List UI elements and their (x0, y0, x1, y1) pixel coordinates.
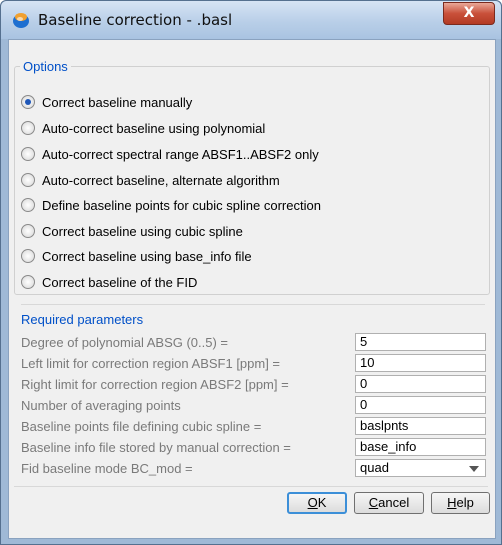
option-label: Define baseline points for cubic spline … (42, 197, 321, 213)
cancel-label-rest: ancel (378, 495, 410, 510)
option-label: Auto-correct baseline using polynomial (42, 120, 266, 136)
section-divider (21, 304, 485, 305)
ok-mnemonic: O (307, 495, 318, 510)
radio-button[interactable] (21, 224, 35, 238)
option-label: Auto-correct spectral range ABSF1..ABSF2… (42, 146, 319, 162)
info-file-input[interactable]: base_info (355, 438, 486, 456)
radio-button-checked[interactable] (21, 95, 35, 109)
option-label: Auto-correct baseline, alternate algorit… (42, 172, 280, 188)
option-auto-spectral-range[interactable]: Auto-correct spectral range ABSF1..ABSF2… (21, 144, 319, 164)
param-label: Left limit for correction region ABSF1 [… (21, 356, 281, 371)
chevron-down-icon[interactable] (469, 466, 479, 472)
param-label: Number of averaging points (21, 398, 181, 413)
param-label: Baseline info file stored by manual corr… (21, 440, 291, 455)
params-group-title: Required parameters (18, 312, 147, 327)
ok-label-rest: K (317, 495, 327, 510)
close-button[interactable]: X (443, 2, 495, 25)
absf2-input[interactable]: 0 (355, 375, 486, 393)
option-label: Correct baseline of the FID (42, 274, 198, 290)
radio-button[interactable] (21, 198, 35, 212)
help-label-rest: elp (456, 495, 474, 510)
averaging-points-input[interactable]: 0 (355, 396, 486, 414)
option-base-info-file[interactable]: Correct baseline using base_info file (21, 246, 252, 266)
absf1-input[interactable]: 10 (355, 354, 486, 372)
param-label: Fid baseline mode BC_mod = (21, 461, 193, 476)
cancel-button[interactable]: Cancel (354, 492, 424, 514)
window-title: Baseline correction - .basl (38, 11, 233, 29)
option-auto-polynomial[interactable]: Auto-correct baseline using polynomial (21, 118, 265, 138)
option-label: Correct baseline using base_info file (42, 248, 252, 264)
option-correct-manually[interactable]: Correct baseline manually (21, 92, 192, 112)
radio-button[interactable] (21, 147, 35, 161)
options-group-title: Options (20, 59, 71, 74)
absg-input[interactable]: 5 (355, 333, 486, 351)
radio-button[interactable] (21, 275, 35, 289)
param-label: Right limit for correction region ABSF2 … (21, 377, 289, 392)
cancel-mnemonic: C (368, 495, 379, 510)
param-label: Degree of polynomial ABSG (0..5) = (21, 335, 229, 350)
dialog-window: Baseline correction - .basl X Options Co… (0, 0, 502, 545)
help-mnemonic: H (447, 495, 457, 510)
help-button[interactable]: Help (431, 492, 490, 514)
option-define-spline-points[interactable]: Define baseline points for cubic spline … (21, 195, 321, 215)
bc-mod-select[interactable]: quad (355, 459, 486, 477)
param-label: Baseline points file defining cubic spli… (21, 419, 262, 434)
option-label: Correct baseline using cubic spline (42, 223, 243, 239)
option-fid-baseline[interactable]: Correct baseline of the FID (21, 272, 197, 292)
option-label: Correct baseline manually (42, 94, 193, 110)
title-bar[interactable]: Baseline correction - .basl X (1, 1, 501, 39)
button-divider (14, 486, 488, 487)
option-cubic-spline[interactable]: Correct baseline using cubic spline (21, 221, 243, 241)
option-auto-alternate[interactable]: Auto-correct baseline, alternate algorit… (21, 170, 280, 190)
spline-file-input[interactable]: baslpnts (355, 417, 486, 435)
app-icon (13, 13, 29, 28)
bc-mod-value: quad (360, 460, 389, 475)
ok-button[interactable]: OK (287, 492, 347, 514)
radio-button[interactable] (21, 173, 35, 187)
dialog-body: Options Correct baseline manually Auto-c… (8, 39, 496, 539)
radio-button[interactable] (21, 121, 35, 135)
radio-button[interactable] (21, 249, 35, 263)
close-icon: X (463, 5, 475, 21)
